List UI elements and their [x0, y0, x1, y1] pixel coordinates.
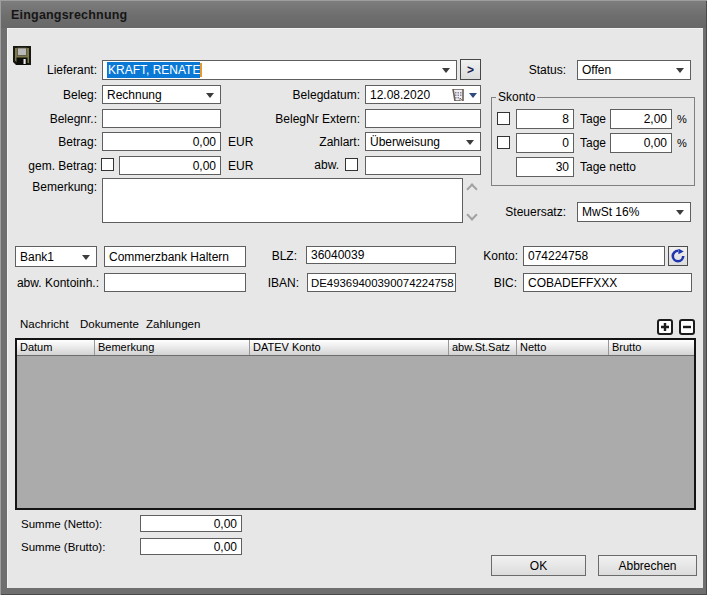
dialog-eingangsrechnung: Eingangsrechnung Lieferant: KRAFT, RENAT… [0, 0, 707, 595]
summe-brutto-label: Summe (Brutto): [21, 538, 131, 555]
gem-betrag-checkbox[interactable] [101, 158, 114, 171]
konto-label: Konto: [470, 246, 518, 266]
column-header-netto[interactable]: Netto [517, 340, 609, 355]
abw-kontoinh-input[interactable] [104, 273, 246, 292]
abw-input[interactable] [365, 156, 481, 175]
remove-row-button[interactable] [679, 319, 695, 335]
summe-netto-input[interactable]: 0,00 [140, 515, 242, 532]
gem-betrag-currency-label: EUR [228, 156, 260, 175]
status-label: Status: [476, 60, 566, 80]
blz-label: BLZ: [250, 246, 297, 266]
zahlart-label: Zahlart: [270, 132, 360, 151]
column-header-brutto[interactable]: Brutto [609, 340, 694, 355]
betrag-label: Betrag: [7, 132, 97, 151]
lieferant-combobox[interactable]: KRAFT, RENATE [102, 60, 457, 80]
bic-input[interactable]: COBADEFFXXX [523, 273, 692, 292]
tab-nachricht[interactable]: Nachricht [20, 318, 69, 330]
bic-label: BIC: [470, 273, 517, 292]
summe-brutto-input[interactable]: 0,00 [140, 538, 242, 555]
konto-input[interactable]: 074224758 [523, 246, 665, 266]
text-caret [200, 63, 202, 77]
belegnr-extern-label: BelegNr Extern: [260, 109, 360, 128]
skonto-group-title: Skonto [496, 90, 537, 104]
belegnr-extern-input[interactable] [365, 109, 481, 128]
beleg-selected-text: Rechnung [107, 88, 162, 102]
iban-label: IBAN: [250, 273, 299, 292]
column-header-bemerkung[interactable]: Bemerkung [95, 340, 250, 355]
lieferant-selected-text: KRAFT, RENATE [107, 62, 200, 78]
table-header-row: Datum Bemerkung DATEV Konto abw.St.Satz … [17, 340, 694, 356]
lieferant-label: Lieferant: [7, 60, 97, 80]
skonto1-checkbox[interactable] [497, 112, 510, 125]
scroll-up-icon[interactable] [468, 183, 477, 192]
bemerkung-label: Bemerkung: [7, 180, 97, 194]
date-dropdown-icon[interactable] [469, 93, 477, 98]
status-combobox[interactable]: Offen [577, 60, 691, 80]
skonto2-prozent-input[interactable]: 0,00 [610, 133, 672, 153]
betrag-currency-label: EUR [228, 132, 260, 151]
window-title: Eingangsrechnung [11, 8, 127, 22]
tab-zahlungen[interactable]: Zahlungen [146, 318, 200, 330]
belegdatum-value: 12.08.2020 [370, 88, 430, 102]
skonto1-prozent-input[interactable]: 2,00 [610, 109, 672, 129]
abw-kontoinh-label: abw. Kontoinh.: [7, 273, 99, 292]
zahlart-selected-text: Überweisung [370, 135, 440, 149]
add-row-button[interactable] [657, 319, 673, 335]
betrag-input[interactable]: 0,00 [102, 132, 221, 151]
bank-selected-text: Bank1 [20, 250, 54, 264]
column-header-abw-st-satz[interactable]: abw.St.Satz [449, 340, 517, 355]
refresh-icon [671, 249, 685, 263]
cancel-button[interactable]: Abbrechen [598, 555, 697, 576]
iban-input[interactable]: DE49369400390074224758 [307, 273, 456, 292]
beleg-combobox[interactable]: Rechnung [102, 85, 221, 104]
tab-dokumente[interactable]: Dokumente [80, 318, 139, 330]
skonto2-prozent-label: % [677, 133, 692, 153]
gem-betrag-label: gem. Betrag: [7, 156, 97, 175]
belegdatum-datepicker[interactable]: 12.08.2020 [365, 85, 481, 104]
skonto-netto-tage-label: Tage netto [580, 157, 660, 177]
chevron-down-icon [676, 68, 684, 73]
calendar-icon[interactable] [452, 89, 464, 101]
bank-name-input[interactable]: Commerzbank Haltern [104, 246, 246, 267]
chevron-down-icon [466, 140, 474, 145]
chevron-down-icon [82, 255, 90, 260]
belegnr-label: Belegnr.: [7, 109, 97, 128]
column-header-datev-konto[interactable]: DATEV Konto [250, 340, 449, 355]
bank-combobox[interactable]: Bank1 [15, 246, 97, 267]
skonto1-prozent-label: % [677, 109, 692, 129]
positions-table: Datum Bemerkung DATEV Konto abw.St.Satz … [15, 338, 696, 510]
status-selected-text: Offen [582, 63, 611, 77]
belegdatum-label: Belegdatum: [270, 85, 360, 104]
minus-icon [682, 322, 692, 332]
abw-label: abw. [280, 155, 339, 174]
bemerkung-textarea[interactable] [102, 178, 463, 223]
column-header-datum[interactable]: Datum [17, 340, 95, 355]
skonto2-checkbox[interactable] [497, 136, 510, 149]
konto-refresh-button[interactable] [668, 246, 688, 266]
title-bar[interactable]: Eingangsrechnung [1, 1, 706, 28]
plus-icon [660, 322, 670, 332]
chevron-down-icon [206, 93, 214, 98]
zahlart-combobox[interactable]: Überweisung [365, 132, 481, 151]
belegnr-input[interactable] [102, 109, 221, 128]
skonto1-tage-input[interactable]: 8 [516, 109, 574, 129]
skonto2-tage-input[interactable]: 0 [516, 133, 574, 153]
table-body[interactable] [17, 356, 694, 509]
chevron-down-icon [442, 68, 450, 73]
gem-betrag-input[interactable]: 0,00 [119, 156, 221, 175]
abw-checkbox[interactable] [345, 158, 358, 171]
skonto-netto-tage-input[interactable]: 30 [516, 157, 574, 177]
ok-button[interactable]: OK [491, 555, 586, 576]
steuersatz-combobox[interactable]: MwSt 16% [577, 202, 691, 222]
beleg-label: Beleg: [7, 85, 97, 104]
steuersatz-selected-text: MwSt 16% [582, 205, 639, 219]
summe-netto-label: Summe (Netto): [21, 515, 131, 532]
steuersatz-label: Steuersatz: [476, 202, 566, 222]
chevron-down-icon [676, 210, 684, 215]
blz-input[interactable]: 36040039 [306, 246, 456, 264]
